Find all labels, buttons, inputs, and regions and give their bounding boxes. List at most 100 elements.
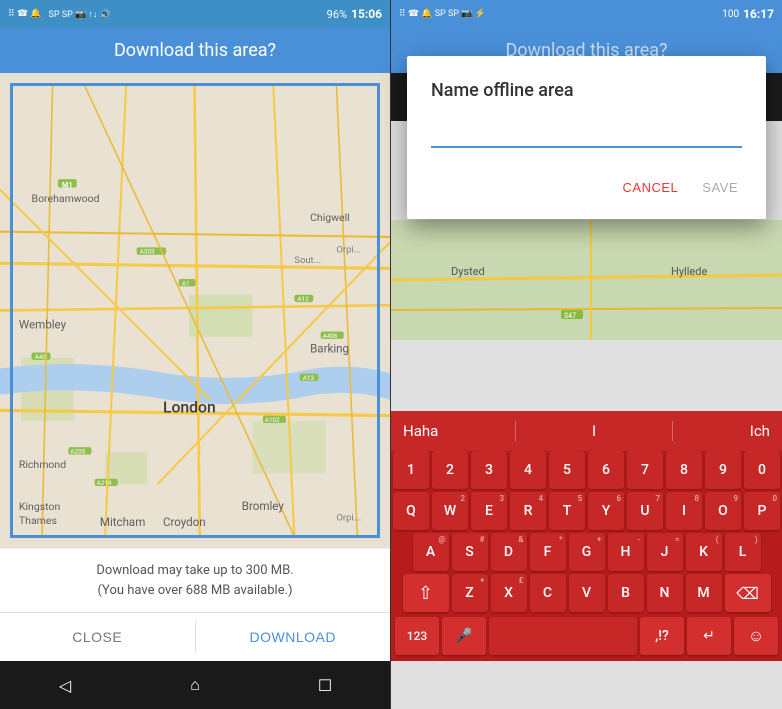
- key-4[interactable]: 4: [510, 451, 546, 489]
- shift-key[interactable]: ⇧: [403, 574, 449, 612]
- key-l[interactable]: L): [725, 533, 761, 571]
- svg-text:A205: A205: [70, 447, 85, 455]
- key-a[interactable]: A@: [413, 533, 449, 571]
- notification-icons: ⠿ ☎ 🔔: [8, 9, 41, 19]
- key-b[interactable]: B: [608, 574, 644, 612]
- svg-text:Richmond: Richmond: [19, 458, 66, 471]
- key-1[interactable]: 1: [393, 451, 429, 489]
- left-nav-bar: ◁ ⌂ ☐: [0, 661, 390, 709]
- microphone-key[interactable]: 🎤: [442, 617, 486, 655]
- svg-text:A1: A1: [182, 279, 190, 287]
- left-phone: ⠿ ☎ 🔔 SP SP 📷 ↑↓ 🔊 96% 15:06 Download th…: [0, 0, 391, 709]
- key-7[interactable]: 7: [627, 451, 663, 489]
- svg-text:Kingston: Kingston: [19, 500, 61, 513]
- key-o[interactable]: O9: [705, 492, 741, 530]
- dialog-actions: CANCEL SAVE: [431, 172, 742, 203]
- keyboard-bottom-row: 123 🎤 ,!? ↵ ☺: [391, 615, 782, 661]
- svg-text:Hyllede: Hyllede: [671, 265, 707, 278]
- space-key[interactable]: [489, 617, 637, 655]
- key-t[interactable]: T5: [549, 492, 585, 530]
- recent-apps-button[interactable]: ☐: [315, 675, 335, 695]
- key-n[interactable]: N: [647, 574, 683, 612]
- key-k[interactable]: K(: [686, 533, 722, 571]
- download-button[interactable]: DOWNLOAD: [196, 613, 391, 661]
- svg-text:A40: A40: [35, 353, 47, 361]
- emoji-key[interactable]: ☺: [734, 617, 778, 655]
- key-m[interactable]: M: [686, 574, 722, 612]
- key-j[interactable]: J=: [647, 533, 683, 571]
- key-g[interactable]: G+: [569, 533, 605, 571]
- svg-text:A12: A12: [297, 295, 309, 303]
- key-8[interactable]: 8: [666, 451, 702, 489]
- svg-text:Croydon: Croydon: [163, 515, 206, 529]
- left-status-icons: ⠿ ☎ 🔔 SP SP 📷 ↑↓ 🔊: [8, 9, 111, 20]
- svg-text:Thames: Thames: [19, 514, 57, 527]
- left-header: Download this area?: [0, 28, 390, 73]
- comma-key[interactable]: ,!?: [640, 617, 684, 655]
- key-h[interactable]: H-: [608, 533, 644, 571]
- svg-text:London: London: [163, 397, 216, 416]
- key-0[interactable]: 0: [744, 451, 780, 489]
- left-bottom-buttons: CLOSE DOWNLOAD: [0, 612, 390, 661]
- home-button[interactable]: ⌂: [185, 675, 205, 695]
- save-button[interactable]: SAVE: [698, 172, 742, 203]
- key-9[interactable]: 9: [705, 451, 741, 489]
- suggestion-3[interactable]: Ich: [750, 422, 770, 440]
- key-6[interactable]: 6: [588, 451, 624, 489]
- key-e[interactable]: E3: [471, 492, 507, 530]
- svg-text:Chigwell: Chigwell: [310, 211, 350, 224]
- key-i[interactable]: I8: [666, 492, 702, 530]
- left-time: 15:06: [351, 7, 382, 21]
- suggestion-2[interactable]: I: [592, 422, 596, 440]
- left-title: Download this area?: [16, 40, 374, 61]
- svg-text:Wembley: Wembley: [19, 317, 67, 331]
- name-offline-dialog: Name offline area CANCEL SAVE: [407, 56, 766, 219]
- info-line2: (You have over 688 MB available.): [16, 581, 374, 601]
- svg-text:A406: A406: [323, 332, 338, 340]
- enter-key[interactable]: ↵: [687, 617, 731, 655]
- close-button[interactable]: CLOSE: [0, 613, 195, 661]
- offline-area-name-input[interactable]: [431, 121, 742, 148]
- key-z[interactable]: Z+: [452, 574, 488, 612]
- dialog-title: Name offline area: [431, 80, 742, 101]
- cancel-button[interactable]: CANCEL: [619, 172, 683, 203]
- keyboard: Haha I Ich 1 2 3 4 5 6 7 8 9 0 Q W2 E3 R…: [391, 411, 782, 661]
- svg-text:Borehamwood: Borehamwood: [32, 192, 100, 205]
- right-phone: ⠿ ☎ 🔔 SP SP 📷 ⚡ 100 16:17 Download this …: [391, 0, 782, 709]
- key-v[interactable]: V: [569, 574, 605, 612]
- key-w[interactable]: W2: [432, 492, 468, 530]
- back-button[interactable]: ◁: [55, 675, 75, 695]
- key-q[interactable]: Q: [393, 492, 429, 530]
- right-status-bar: ⠿ ☎ 🔔 SP SP 📷 ⚡ 100 16:17: [391, 0, 782, 28]
- key-x[interactable]: X£: [491, 574, 527, 612]
- key-r[interactable]: R4: [510, 492, 546, 530]
- svg-text:Bromley: Bromley: [242, 499, 285, 513]
- key-d[interactable]: D&: [491, 533, 527, 571]
- key-c[interactable]: C: [530, 574, 566, 612]
- key-f[interactable]: F*: [530, 533, 566, 571]
- asdf-row: A@ S# D& F* G+ H- J= K( L): [391, 533, 782, 571]
- right-map-peek: Dysted Hyllede S47: [391, 220, 782, 340]
- svg-text:Orpi...: Orpi...: [336, 245, 361, 256]
- battery-indicator: 96%: [327, 8, 347, 21]
- delete-key[interactable]: ⌫: [725, 574, 771, 612]
- key-5[interactable]: 5: [549, 451, 585, 489]
- right-battery: 100: [722, 9, 739, 20]
- key-y[interactable]: Y6: [588, 492, 624, 530]
- svg-text:S47: S47: [564, 312, 576, 320]
- key-3[interactable]: 3: [471, 451, 507, 489]
- numbers-key[interactable]: 123: [395, 617, 439, 655]
- key-u[interactable]: U7: [627, 492, 663, 530]
- zxcv-row: ⇧ Z+ X£ C V B N M ⌫: [391, 574, 782, 612]
- key-p[interactable]: P0: [744, 492, 780, 530]
- svg-text:A13: A13: [303, 374, 315, 382]
- number-row: 1 2 3 4 5 6 7 8 9 0: [391, 451, 782, 489]
- qwerty-row: Q W2 E3 R4 T5 Y6 U7 I8 O9 P0: [391, 492, 782, 530]
- svg-text:Sout...: Sout...: [294, 255, 321, 266]
- left-info-text: Download may take up to 300 MB. (You hav…: [0, 548, 390, 612]
- key-s[interactable]: S#: [452, 533, 488, 571]
- svg-text:Mitcham: Mitcham: [100, 515, 145, 529]
- svg-text:Orpi...: Orpi...: [336, 513, 361, 524]
- suggestion-1[interactable]: Haha: [403, 422, 438, 440]
- key-2[interactable]: 2: [432, 451, 468, 489]
